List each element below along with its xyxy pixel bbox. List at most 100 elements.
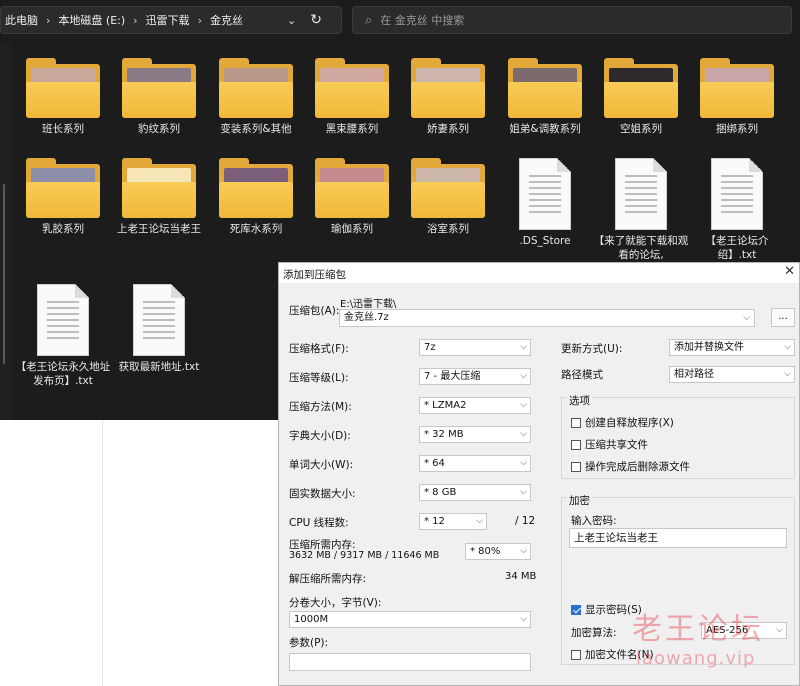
solid-size-select[interactable]: * 8 GB ⌵	[419, 484, 531, 501]
format-label: 压缩格式(F):	[289, 343, 349, 355]
chevron-down-icon: ⌵	[520, 429, 527, 439]
method-value: * LZMA2	[424, 400, 467, 411]
item-label: .DS_Store	[519, 235, 571, 247]
delete-after-checkbox[interactable]: 操作完成后删除源文件	[571, 459, 690, 474]
folder-laowang[interactable]: 上老王论坛当老王	[116, 158, 202, 236]
checkbox-unchecked[interactable]	[571, 439, 581, 450]
decompress-memory-value: 34 MB	[505, 571, 537, 582]
encryption-title: 加密	[567, 493, 592, 508]
folder-yushi[interactable]: 浴室系列	[405, 158, 491, 236]
checkbox-unchecked[interactable]	[571, 417, 581, 428]
folder-sikushui[interactable]: 死库水系列	[213, 158, 299, 236]
chevron-down-icon: ⌵	[476, 516, 483, 526]
item-label: 【来了就能下载和观看的论坛,	[593, 235, 689, 261]
breadcrumb-current-folder[interactable]: 金克丝	[210, 12, 243, 28]
method-label: 压缩方法(M):	[289, 401, 352, 413]
item-label: 豹纹系列	[138, 123, 180, 135]
folder-baowen[interactable]: 豹纹系列	[116, 58, 202, 136]
folder-yujia[interactable]: 瑜伽系列	[309, 158, 395, 236]
password-input[interactable]: 上老王论坛当老王	[569, 528, 787, 548]
folder-heishuyao[interactable]: 黑束腰系列	[309, 58, 395, 136]
params-input[interactable]	[289, 653, 531, 671]
item-label: 娇妻系列	[427, 123, 469, 135]
folder-banzhang[interactable]: 班长系列	[20, 58, 106, 136]
compress-shared-checkbox[interactable]: 压缩共享文件	[571, 437, 648, 452]
file-ds-store[interactable]: .DS_Store	[502, 158, 588, 248]
chevron-right-icon: ›	[197, 13, 202, 27]
archive-name-combo[interactable]: 金克丝.7z ⌵	[339, 309, 755, 327]
chevron-down-icon: ⌵	[784, 342, 791, 352]
folder-kunbang[interactable]: 捆绑系列	[694, 58, 780, 136]
dictionary-select[interactable]: * 32 MB ⌵	[419, 426, 531, 443]
file-latest-address[interactable]: 获取最新地址.txt	[116, 284, 202, 374]
method-select[interactable]: * LZMA2 ⌵	[419, 397, 531, 414]
item-label: 乳胶系列	[42, 223, 84, 235]
chevron-right-icon: ›	[46, 13, 51, 27]
memory-percent-select[interactable]: * 80% ⌵	[465, 543, 531, 560]
path-mode-select[interactable]: 相对路径 ⌵	[669, 366, 795, 383]
create-sfx-checkbox[interactable]: 创建自释放程序(X)	[571, 415, 674, 430]
checkbox-checked[interactable]	[571, 604, 581, 615]
item-label: 捆绑系列	[716, 123, 758, 135]
checkbox-unchecked[interactable]	[571, 461, 581, 472]
chevron-down-icon[interactable]: ⌵	[743, 310, 750, 326]
folder-jiedi[interactable]: 姐弟&调教系列	[502, 58, 588, 136]
file-laowang-intro[interactable]: 【老王论坛介绍】.txt	[694, 158, 780, 262]
level-value: 7 - 最大压缩	[424, 371, 481, 382]
breadcrumb-drive-e[interactable]: 本地磁盘 (E:)	[58, 12, 125, 28]
chevron-down-icon[interactable]: ⌄	[287, 14, 296, 27]
dictionary-label: 字典大小(D):	[289, 430, 351, 442]
folder-icon	[122, 58, 196, 118]
refresh-icon[interactable]: ↻	[310, 12, 322, 28]
chevron-down-icon: ⌵	[520, 546, 527, 556]
password-value: 上老王论坛当老王	[574, 532, 658, 544]
watermark-url: laowang.vip	[636, 648, 756, 669]
close-icon[interactable]: ✕	[784, 264, 795, 279]
chevron-down-icon: ⌵	[520, 371, 527, 381]
folder-jiaoqi[interactable]: 娇妻系列	[405, 58, 491, 136]
memory-detail: 3632 MB / 9317 MB / 11646 MB	[289, 550, 440, 561]
item-label: 浴室系列	[427, 223, 469, 235]
scrollbar[interactable]	[3, 184, 5, 364]
watermark-text: 老王论坛	[632, 612, 764, 647]
level-select[interactable]: 7 - 最大压缩 ⌵	[419, 368, 531, 385]
word-size-select[interactable]: * 64 ⌵	[419, 455, 531, 472]
dialog-title: 添加到压缩包	[283, 269, 346, 281]
folder-icon	[122, 158, 196, 218]
search-input[interactable]: ⌕ 在 金克丝 中搜索	[352, 6, 792, 34]
item-label: 黑束腰系列	[325, 123, 379, 135]
split-size-select[interactable]: 1000M ⌵	[289, 611, 531, 628]
folder-kongjie[interactable]: 空姐系列	[598, 58, 684, 136]
browse-label: ...	[778, 311, 788, 322]
folder-rujiao[interactable]: 乳胶系列	[20, 158, 106, 236]
format-select[interactable]: 7z ⌵	[419, 339, 531, 356]
archive-label: 压缩包(A):	[289, 305, 340, 317]
file-forum-intro[interactable]: 【来了就能下载和观看的论坛,	[594, 158, 688, 262]
folder-icon	[508, 58, 582, 118]
cpu-threads-select[interactable]: * 12 ⌵	[419, 513, 487, 530]
dictionary-value: * 32 MB	[424, 429, 464, 440]
checkbox-unchecked[interactable]	[571, 649, 581, 660]
address-bar-row: 此电脑 › 本地磁盘 (E:) › 迅雷下载 › 金克丝 ⌄ ↻ ⌕ 在 金克丝…	[0, 0, 800, 40]
format-value: 7z	[424, 342, 436, 353]
text-file-icon	[615, 158, 667, 230]
update-mode-select[interactable]: 添加并替换文件 ⌵	[669, 339, 795, 356]
item-label: 死库水系列	[229, 223, 283, 235]
breadcrumb-xunlei[interactable]: 迅雷下载	[146, 12, 190, 28]
folder-bianzhuang[interactable]: 变装系列&其他	[213, 58, 299, 136]
memory-percent-value: * 80%	[470, 546, 501, 557]
breadcrumb-this-pc[interactable]: 此电脑	[5, 12, 38, 28]
level-label: 压缩等级(L):	[289, 372, 349, 384]
options-title: 选项	[567, 393, 592, 408]
breadcrumb[interactable]: 此电脑 › 本地磁盘 (E:) › 迅雷下载 › 金克丝 ⌄ ↻	[0, 6, 342, 34]
folder-icon	[315, 158, 389, 218]
decompress-memory-label: 解压缩所需内存:	[289, 573, 367, 585]
file-permanent-address[interactable]: 【老王论坛永久地址发布页】.txt	[16, 284, 110, 388]
folder-icon	[411, 158, 485, 218]
encryption-method-label: 加密算法:	[571, 627, 617, 639]
folder-icon	[26, 158, 100, 218]
navigation-pane-edge	[0, 44, 12, 420]
folder-icon	[219, 158, 293, 218]
archive-dir: E:\迅雷下载\	[340, 299, 397, 310]
browse-button[interactable]: ...	[771, 308, 795, 327]
